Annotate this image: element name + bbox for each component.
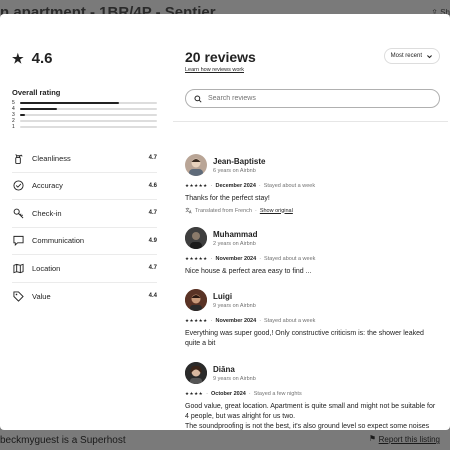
avatar[interactable]: [185, 154, 207, 176]
separator-dot: ·: [254, 207, 257, 214]
category-location: Location 4.7: [12, 255, 157, 283]
review-text: Everything was super good,! Only constru…: [185, 330, 424, 347]
reviewer-tenure: 9 years on Airbnb: [213, 302, 256, 309]
report-listing-link[interactable]: Report this listing: [379, 435, 440, 444]
message-icon: [12, 235, 24, 247]
category-ratings: Cleanliness 4.7 Accuracy 4.6 Check-in 4.7 Comm…: [12, 145, 157, 310]
review-item: Diāna 9 years on Airbnb ★★★★ · October 2…: [185, 362, 440, 430]
category-check-in: Check-in 4.7: [12, 200, 157, 228]
review-item: Muhammad 2 years on Airbnb ★★★★★ · Novem…: [185, 227, 440, 277]
category-value: Value 4.4: [12, 283, 157, 311]
overall-rating-label: Overall rating: [12, 88, 61, 97]
divider: [173, 121, 448, 122]
sort-label: Most recent: [390, 53, 422, 59]
separator-dot: ·: [248, 391, 251, 397]
distribution-bar-track: [20, 120, 157, 122]
key-icon: [12, 207, 24, 219]
avatar[interactable]: [185, 289, 207, 311]
show-original-link[interactable]: Show original: [260, 208, 293, 214]
spray-bottle-icon: [12, 152, 24, 164]
search-box[interactable]: [185, 89, 440, 108]
reviews-modal: ★ 4.6 Overall rating 54321 Cleanliness 4.…: [0, 14, 450, 430]
star-icon: ★: [12, 50, 24, 66]
review-date: December 2024: [215, 183, 256, 189]
distribution-bar-fill: [20, 102, 119, 104]
reviewer-name[interactable]: Diāna: [213, 365, 256, 374]
check-circle-icon: [12, 180, 24, 192]
category-value: 4.7: [148, 265, 157, 272]
distribution-bar-track: [20, 114, 157, 116]
category-label: Location: [32, 263, 61, 273]
category-value: 4.9: [148, 237, 157, 244]
review-date: October 2024: [210, 391, 246, 397]
reviewer-tenure: 9 years on Airbnb: [213, 375, 256, 382]
learn-reviews-link[interactable]: Learn how reviews work: [185, 67, 244, 73]
category-communication: Communication 4.9: [12, 228, 157, 255]
distribution-bar-fill: [20, 108, 57, 110]
category-accuracy: Accuracy 4.6: [12, 173, 157, 200]
reviewer-tenure: 2 years on Airbnb: [213, 240, 256, 247]
overall-score-value: 4.6: [31, 50, 53, 67]
avatar[interactable]: [185, 227, 207, 249]
review-date: November 2024: [215, 256, 257, 262]
category-value: 4.7: [148, 155, 157, 162]
overall-score: ★ 4.6: [12, 50, 53, 67]
distribution-bar-track: [20, 108, 157, 110]
translated-label: Translated from French: [195, 207, 252, 214]
tag-icon: [12, 290, 24, 302]
review-text: Nice house & perfect area easy to find .…: [185, 268, 312, 275]
separator-dot: ·: [210, 318, 213, 324]
review-stars: ★★★★★: [185, 183, 208, 188]
review-text: Good value, great location. Apartment is…: [185, 403, 436, 430]
distribution-row: 1: [12, 124, 157, 130]
separator-dot: ·: [210, 256, 213, 262]
avatar[interactable]: [185, 362, 207, 384]
reviewer-name[interactable]: Luigi: [213, 292, 256, 301]
category-value: 4.6: [148, 182, 157, 189]
distribution-bar-track: [20, 102, 157, 104]
review-item: Luigi 9 years on Airbnb ★★★★★ · November…: [185, 289, 440, 349]
separator-dot: ·: [210, 183, 213, 189]
reviews-title: 20 reviews: [185, 49, 256, 65]
separator-dot: ·: [258, 183, 261, 189]
category-label: Communication: [32, 236, 85, 246]
flag-icon: ⚑: [368, 434, 376, 443]
category-label: Cleanliness: [32, 153, 71, 163]
category-label: Accuracy: [32, 181, 63, 191]
review-date: November 2024: [215, 318, 257, 324]
distribution-star-label: 1: [12, 124, 15, 130]
category-label: Value: [32, 291, 51, 301]
review-stars: ★★★★: [185, 391, 204, 396]
reviewer-name[interactable]: Muhammad: [213, 230, 257, 239]
translation-note: Translated from French · Show original: [185, 207, 440, 214]
review-stay: Stayed about a week: [264, 256, 316, 262]
search-icon: [194, 94, 202, 103]
category-value: 4.4: [148, 293, 157, 300]
category-value: 4.7: [148, 210, 157, 217]
distribution-bar-fill: [20, 114, 26, 116]
review-stars: ★★★★★: [185, 256, 208, 261]
review-stay: Stayed a few nights: [253, 391, 302, 397]
separator-dot: ·: [206, 391, 208, 397]
category-label: Check-in: [32, 208, 62, 218]
distribution-bar-track: [20, 126, 157, 128]
chevron-down-icon: [427, 54, 432, 58]
superhost-banner: beckmyguest is a Superhost: [0, 435, 126, 446]
rating-distribution: 54321: [12, 100, 157, 130]
separator-dot: ·: [259, 256, 262, 262]
review-stars: ★★★★★: [185, 318, 208, 323]
search-input[interactable]: [208, 95, 408, 102]
translate-icon: [185, 207, 192, 214]
review-stay: Stayed about a week: [263, 183, 316, 189]
review-stay: Stayed about a week: [264, 318, 316, 324]
sort-dropdown[interactable]: Most recent: [383, 48, 440, 64]
map-icon: [12, 262, 24, 274]
reviewer-name[interactable]: Jean-Baptiste: [213, 157, 265, 166]
reviews-panel: 20 reviews Learn how reviews work Most r…: [173, 14, 448, 430]
reviewer-tenure: 6 years on Airbnb: [213, 167, 256, 174]
separator-dot: ·: [259, 318, 262, 324]
review-item: Jean-Baptiste 6 years on Airbnb ★★★★★ · …: [185, 154, 440, 214]
category-cleanliness: Cleanliness 4.7: [12, 145, 157, 173]
review-text: Thanks for the perfect stay!: [185, 195, 270, 202]
